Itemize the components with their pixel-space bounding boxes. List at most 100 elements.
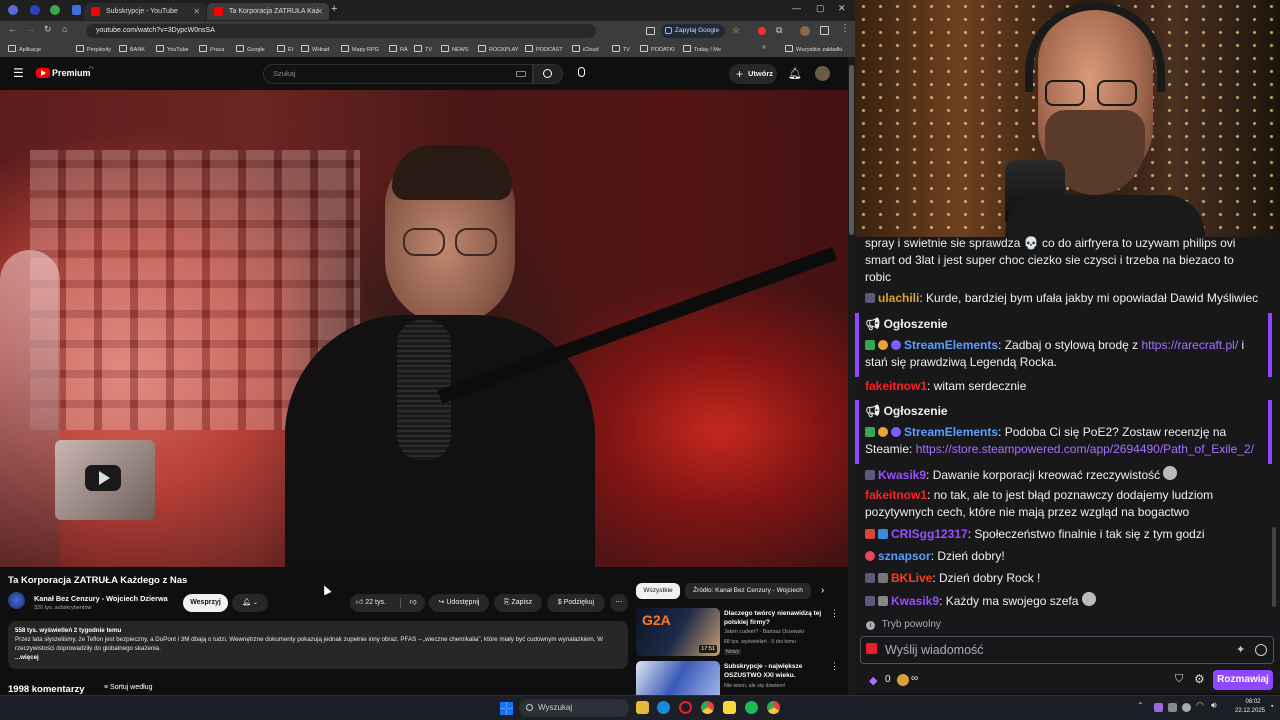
bookmark-item[interactable]: iCloud <box>572 45 599 53</box>
chat-username[interactable]: ulachili <box>878 291 919 305</box>
chrome-active-icon[interactable] <box>767 701 780 714</box>
kebab-menu-icon[interactable]: ⋮ <box>830 608 839 619</box>
bookmark-item[interactable]: WHrad <box>301 45 329 53</box>
bookmark-item[interactable]: Today / Me <box>683 45 721 53</box>
chat-username[interactable]: StreamElements <box>904 338 998 352</box>
back-icon[interactable]: ← <box>8 24 17 34</box>
sidebar-icon[interactable] <box>820 26 829 35</box>
tab-video[interactable]: Ta Korporacja ZATRUŁA Każ ✕ <box>207 3 329 20</box>
bookmark-item[interactable]: Perplexity <box>76 45 111 53</box>
home-icon[interactable]: ⌂ <box>62 24 67 34</box>
recommendation-card[interactable]: G2A 17:51 Dlaczego twórcy nienawidzą tej… <box>636 608 844 660</box>
clock-date[interactable]: 22.12.2025 <box>1230 708 1270 714</box>
chat-username[interactable]: Kwasik9 <box>878 468 926 482</box>
bookmark-item[interactable]: PODCAST <box>525 45 563 53</box>
kebab-menu-icon[interactable]: ⋮ <box>830 661 839 672</box>
avatar[interactable] <box>800 26 810 36</box>
save-button[interactable]: ⎘ Zapisz <box>494 594 542 612</box>
keyboard-icon[interactable] <box>516 71 526 77</box>
forward-icon[interactable]: → <box>26 24 35 34</box>
chat-username[interactable]: fakeitnow1 <box>865 488 927 502</box>
avatar[interactable] <box>815 66 830 81</box>
chip-source[interactable]: Źródło: Kanał Bez Cenzury - Wojciech <box>685 583 811 599</box>
show-hidden-icons[interactable]: ⌃ <box>1137 701 1144 710</box>
taskbar-search[interactable]: Wyszukaj <box>519 699 629 717</box>
puzzle-icon[interactable]: ⧉ <box>776 25 782 36</box>
install-app-icon[interactable] <box>646 27 655 35</box>
more-bookmarks-icon[interactable]: » <box>762 44 766 51</box>
show-more-link[interactable]: ...więcej <box>15 653 621 662</box>
reload-icon[interactable]: ↻ <box>44 24 52 35</box>
dislike-button[interactable]: 👎︎ <box>402 594 424 612</box>
chip-all[interactable]: Wszystkie <box>636 583 680 599</box>
url-field[interactable]: youtube.com/watch?v=3DypcW0nsSA <box>86 24 596 38</box>
video-player[interactable] <box>0 90 848 567</box>
extension-icon[interactable] <box>50 5 60 15</box>
notifications-icon[interactable]: ▪ <box>1271 703 1273 710</box>
menu-icon[interactable]: ⋮ <box>840 23 850 34</box>
chat-input[interactable]: Wyślij wiadomość <box>860 636 1274 664</box>
tray-icon[interactable] <box>1154 703 1163 712</box>
channel-name[interactable]: Kanał Bez Cenzury - Wojciech Dzierwa <box>34 594 168 603</box>
extension-icon[interactable] <box>758 27 766 35</box>
opera-icon[interactable] <box>679 701 692 714</box>
description-box[interactable]: 558 tys. wyświetleń 2 tygodnie temu Prze… <box>8 621 628 669</box>
settings-icon[interactable]: ⚙ <box>1194 672 1205 686</box>
scrollbar-thumb[interactable] <box>849 65 854 235</box>
channel-avatar[interactable] <box>8 592 25 609</box>
extension-icon[interactable] <box>72 5 81 15</box>
more-actions-button[interactable]: ⋯ <box>610 594 628 612</box>
like-button[interactable]: 👍︎ 22 tys. <box>350 594 400 612</box>
thanks-button[interactable]: $ Podziękuj <box>547 594 605 612</box>
bookmark-item[interactable]: YouTube <box>156 45 189 53</box>
all-bookmarks[interactable]: Wszystkie zakładki <box>785 45 842 53</box>
emote-picker-icon[interactable] <box>1255 644 1267 656</box>
share-button[interactable]: ↪ Udostępnij <box>429 594 489 612</box>
chat-scrollbar[interactable] <box>1272 527 1276 607</box>
bookmark-item[interactable]: BANK <box>119 45 145 53</box>
notifications-icon[interactable]: 🔔︎ <box>788 67 802 80</box>
bookmark-item[interactable]: EI <box>277 45 293 53</box>
close-icon[interactable]: ✕ <box>193 3 200 20</box>
edge-icon[interactable] <box>657 701 670 714</box>
bookmark-item[interactable]: RA <box>389 45 408 53</box>
chevron-right-icon[interactable]: › <box>821 585 824 596</box>
page-scrollbar[interactable] <box>848 57 855 695</box>
chat-link[interactable]: https://rarecraft.pl/ <box>1141 338 1238 352</box>
bookmark-item[interactable]: PODATKI <box>640 45 675 53</box>
clock-time[interactable]: 08:02 <box>1238 699 1268 705</box>
close-window-button[interactable]: ✕ <box>838 3 846 14</box>
chat-username[interactable]: fakeitnow1 <box>865 379 927 393</box>
sparkle-icon[interactable]: ✦ <box>1236 643 1245 656</box>
bookmark-item[interactable]: Aplikacje <box>8 45 41 53</box>
minimize-button[interactable]: — <box>792 3 801 13</box>
wifi-icon[interactable]: ◠ <box>1196 700 1204 711</box>
notes-icon[interactable] <box>723 701 736 714</box>
star-icon[interactable]: ☆ <box>732 25 740 36</box>
create-button[interactable]: + Utwórz <box>729 64 777 84</box>
close-icon[interactable]: ✕ <box>316 3 323 20</box>
chat-send-button[interactable]: Rozmawiaj <box>1213 670 1273 690</box>
volume-icon[interactable]: 🔊︎ <box>1211 700 1217 711</box>
support-button[interactable]: Wesprzyj <box>183 594 228 612</box>
windows-start-icon[interactable] <box>500 702 513 715</box>
extension-icon[interactable] <box>30 5 40 15</box>
spotify-icon[interactable] <box>745 701 758 714</box>
shield-icon[interactable]: ⛉ <box>1175 673 1183 686</box>
microphone-icon[interactable] <box>578 67 585 77</box>
chat-link[interactable]: https://store.steampowered.com/app/26944… <box>916 442 1254 456</box>
sort-button[interactable]: ≡ Sortuj według <box>104 684 152 691</box>
chat-username[interactable]: sznapsor <box>878 549 931 563</box>
bookmark-item[interactable]: ROCKPLAY <box>478 45 519 53</box>
ask-google-button[interactable]: Zapytaj Google <box>661 24 725 38</box>
recommendation-card[interactable]: Subskrypcje - największe OSZUSTWO XXI wi… <box>636 661 844 695</box>
tab-subscriptions[interactable]: Subskrypcje - YouTube ✕ <box>84 3 206 20</box>
gift-icon[interactable] <box>866 643 877 654</box>
profile-icon[interactable] <box>8 5 18 15</box>
chat-username[interactable]: StreamElements <box>904 425 998 439</box>
new-tab-button[interactable]: + <box>331 3 337 15</box>
bookmark-item[interactable]: TV <box>612 45 630 53</box>
chrome-icon[interactable] <box>701 701 714 714</box>
chat-username[interactable]: CRISgg12317 <box>891 527 968 541</box>
chat-username[interactable]: BKLive <box>891 571 932 585</box>
